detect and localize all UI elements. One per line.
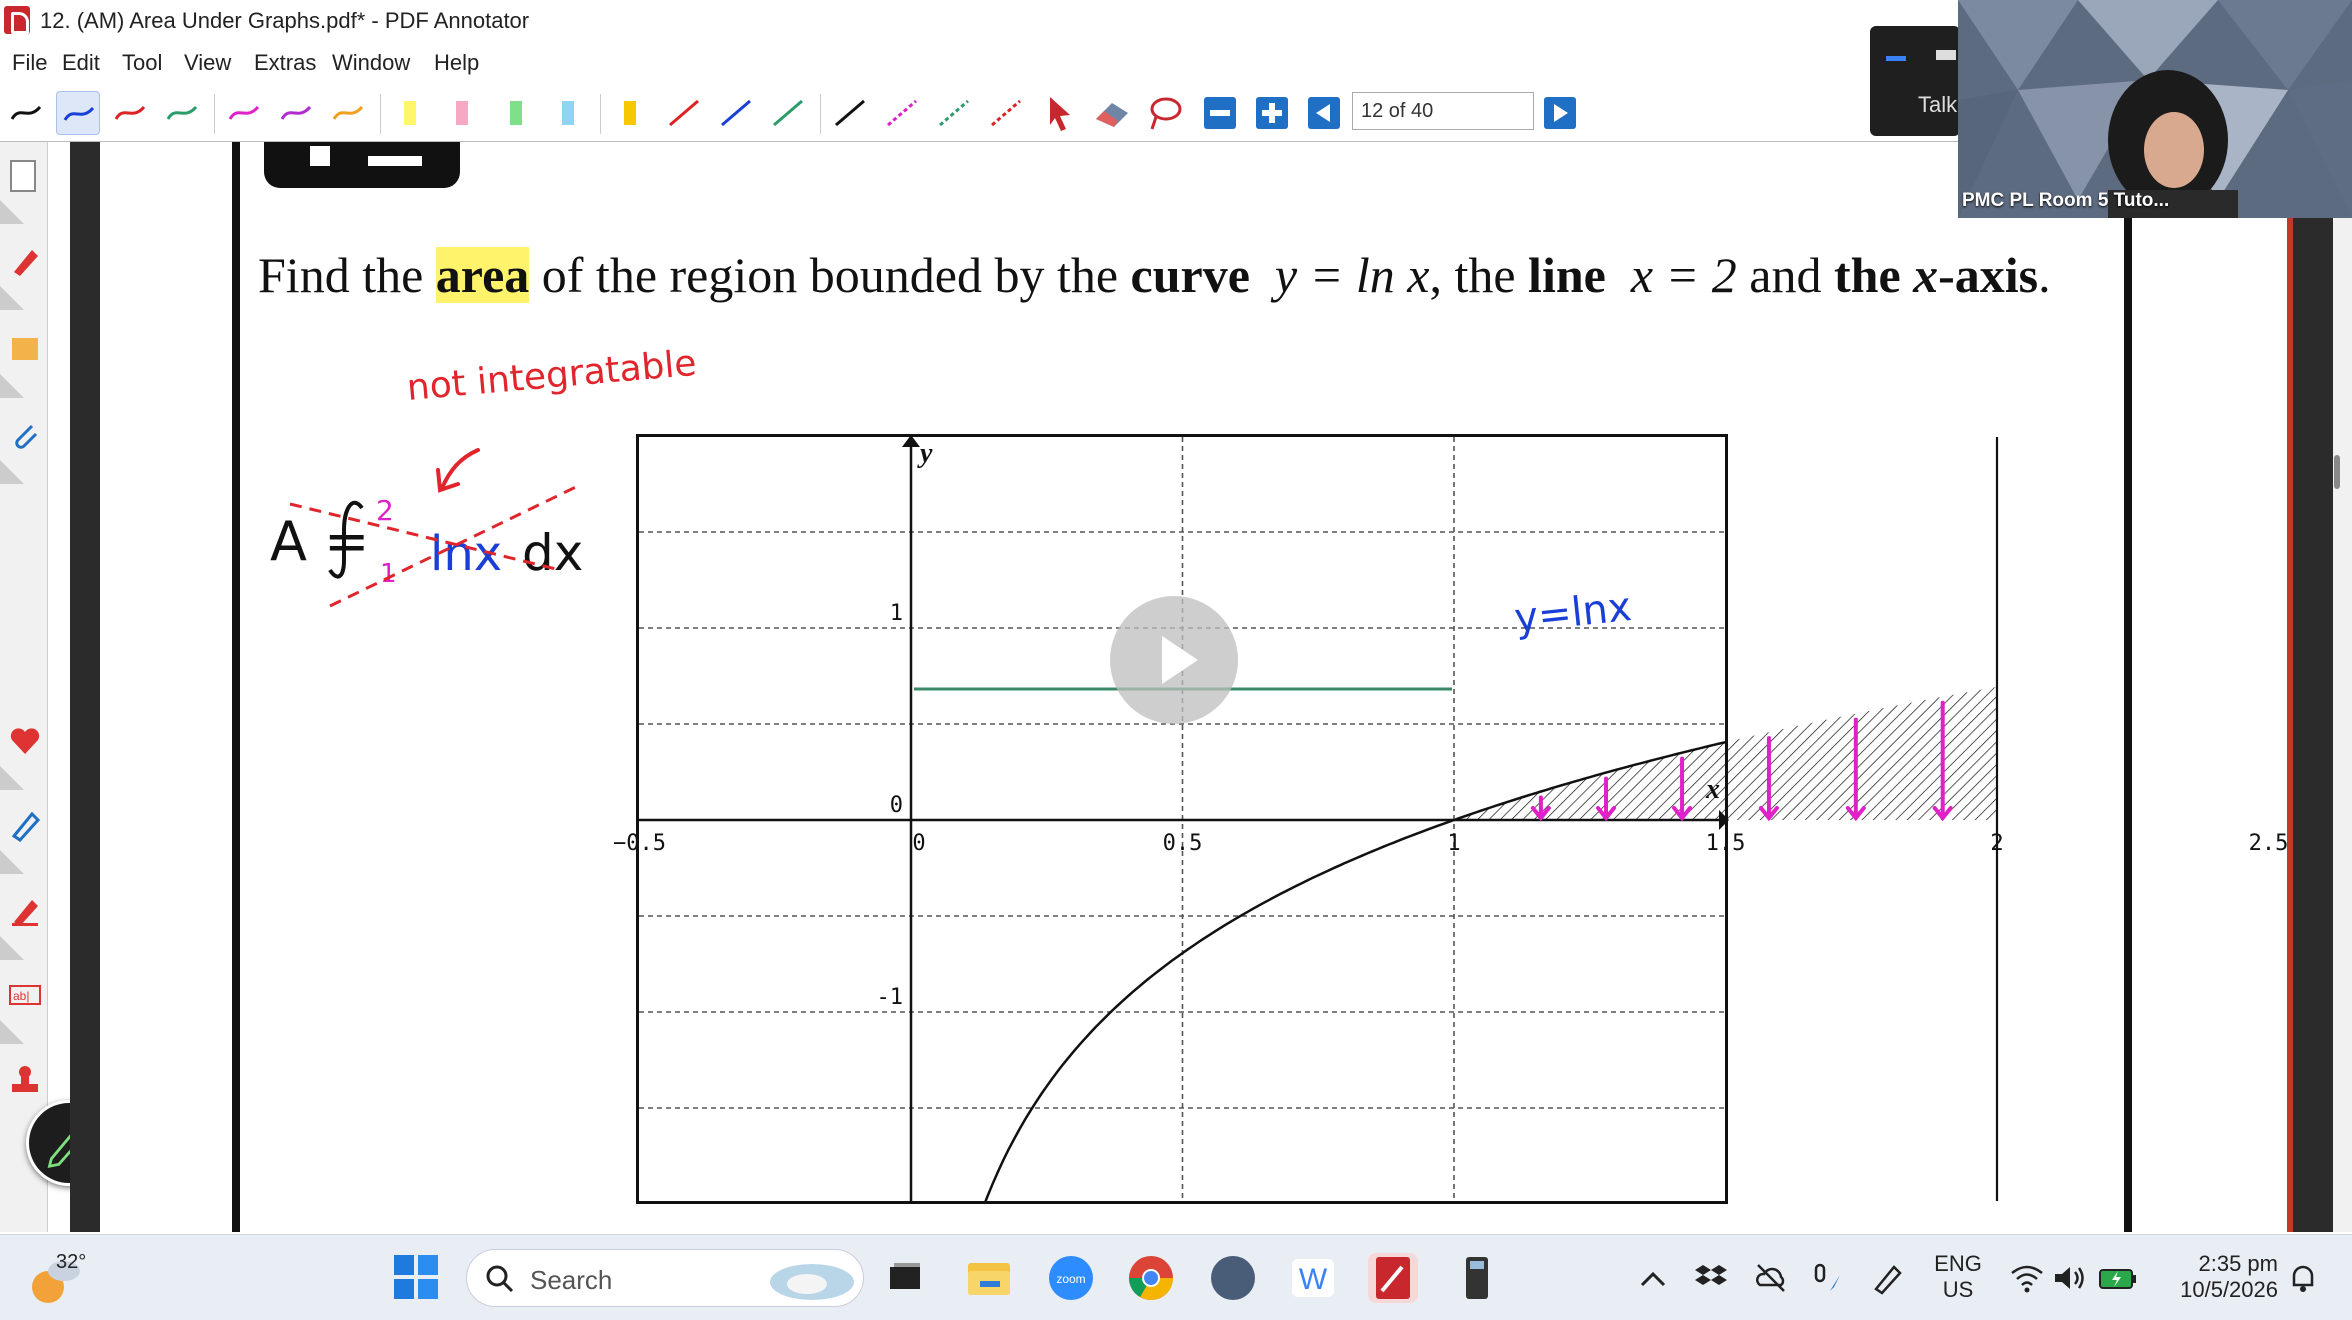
x-tick-label: −0.5: [613, 831, 666, 856]
taskbar-search-box[interactable]: [466, 1249, 864, 1307]
y-axis-arrow: [902, 435, 920, 447]
y-tick-label: -1: [877, 985, 904, 1010]
y-tick-label: 1: [890, 601, 903, 626]
tick-labels: −0.5 0 0.5 1 1.5 2 2.5 1 0 -1: [613, 601, 2288, 1010]
talk-window-icon: [1936, 50, 1956, 60]
pen-input-icon[interactable]: [1870, 1261, 1904, 1295]
chevron-up-icon[interactable]: [1638, 1269, 1668, 1289]
task-view-icon[interactable]: [880, 1253, 930, 1303]
video-play-button[interactable]: [1110, 596, 1238, 724]
microphone-location-icon[interactable]: [1810, 1261, 1844, 1295]
pdf-annotator-taskbar-icon[interactable]: [1368, 1253, 1418, 1303]
x-axis-label: x: [1705, 774, 1720, 805]
x-tick-label: 0.5: [1163, 831, 1203, 856]
notifications-icon[interactable]: [2286, 1261, 2320, 1295]
x-tick-label: 0: [912, 831, 925, 856]
red-arrow-icon: [436, 448, 480, 493]
dropbox-icon[interactable]: [1694, 1261, 1728, 1295]
talk-indicator-icon: [1886, 56, 1906, 61]
wifi-icon[interactable]: [2010, 1263, 2044, 1293]
cloud-off-icon[interactable]: [1754, 1261, 1788, 1295]
talk-label: Talk: [1918, 92, 1958, 117]
weather-temperature: 32°: [56, 1251, 87, 1273]
handwritten-note-not-integratable: not integratable: [405, 343, 698, 409]
calculator-icon[interactable]: [1452, 1253, 1502, 1303]
x-tick-label: 1: [1447, 831, 1460, 856]
search-highlight-illustration-icon: [770, 1264, 854, 1300]
webcam-background: [1958, 0, 2352, 218]
chrome-icon[interactable]: [1126, 1253, 1176, 1303]
talk-panel[interactable]: Talk: [1870, 26, 1960, 136]
handwritten-dx: dx: [522, 524, 583, 582]
word-app-icon[interactable]: W: [1288, 1253, 1338, 1303]
windows-start-icon[interactable]: [392, 1253, 440, 1301]
integral-upper-limit: 2: [376, 494, 394, 527]
search-icon: [486, 1265, 514, 1293]
zoom-app-icon[interactable]: zoom: [1046, 1253, 1096, 1303]
webcam-video-tile: PMC PL Room 5 Tuto...: [1958, 0, 2352, 218]
svg-text:W: W: [1299, 1263, 1328, 1296]
battery-charging-icon[interactable]: [2098, 1263, 2138, 1293]
participant-name: PMC PL Room 5 Tuto...: [1962, 190, 2170, 211]
y-axis-label: y: [917, 438, 933, 469]
windows-taskbar: 32° Search zoom W ENG US 2:35 pm 10/5/2026: [0, 1234, 2352, 1320]
search-placeholder: Search: [530, 1265, 613, 1295]
file-explorer-icon[interactable]: [964, 1253, 1014, 1303]
shaded-area-region: [1454, 686, 1997, 820]
language-indicator[interactable]: ENG US: [1930, 1251, 1986, 1303]
x-tick-label: 2.5: [2249, 831, 2289, 856]
safari-like-compass-icon[interactable]: [1208, 1253, 1258, 1303]
x-tick-label: 2: [1990, 831, 2003, 856]
x-tick-label: 1.5: [1706, 831, 1746, 856]
volume-icon[interactable]: [2052, 1263, 2086, 1293]
svg-text:zoom: zoom: [1056, 1272, 1085, 1286]
handwritten-curve-label: y=lnx: [1512, 584, 1633, 642]
system-clock[interactable]: 2:35 pm 10/5/2026: [2162, 1251, 2278, 1303]
y-tick-label: 0: [890, 793, 903, 818]
